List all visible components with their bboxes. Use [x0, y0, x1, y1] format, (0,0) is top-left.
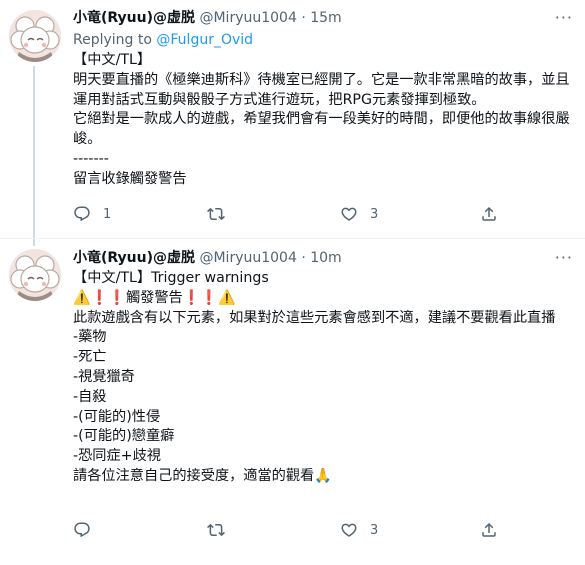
retweet-icon: [207, 207, 225, 221]
tweet-actions: 1 3: [73, 205, 503, 227]
separator-dot: ·: [301, 10, 306, 26]
reply-count: 1: [103, 206, 112, 222]
thread-line: [33, 66, 35, 246]
heart-icon: [341, 523, 357, 537]
timestamp[interactable]: 10m: [310, 250, 341, 266]
display-name[interactable]: 小竜(Ryuu)@虚脱: [73, 10, 195, 26]
tweet-text: 【中文/TL】Trigger warnings ⚠️❗❗觸發警告❗❗⚠️ 此款遊…: [73, 270, 556, 484]
display-name[interactable]: 小竜(Ryuu)@虚脱: [73, 250, 195, 266]
reply-icon: [74, 206, 90, 222]
share-icon: [482, 522, 496, 537]
tweet-2[interactable]: 小竜(Ryuu)@虚脱 @Miryuu1004 · 10m ··· 【中文/TL…: [0, 239, 585, 565]
replying-to-label: Replying to: [73, 32, 157, 48]
avatar[interactable]: [9, 249, 61, 301]
retweet-icon: [207, 523, 225, 537]
separator-dot: ·: [301, 250, 306, 266]
retweet-button[interactable]: [207, 205, 237, 223]
share-icon: [482, 206, 496, 221]
tweet-actions: 3: [73, 521, 503, 543]
avatar[interactable]: [9, 10, 61, 62]
sheep-avatar-icon: [9, 249, 61, 301]
sheep-avatar-icon: [9, 10, 61, 62]
like-button[interactable]: 3: [340, 205, 378, 223]
more-options-icon[interactable]: ···: [555, 248, 573, 267]
tweet-header: 小竜(Ryuu)@虚脱 @Miryuu1004 · 15m: [73, 9, 342, 27]
share-button[interactable]: [480, 205, 498, 223]
tweet-header: 小竜(Ryuu)@虚脱 @Miryuu1004 · 10m: [73, 249, 342, 267]
like-count: 3: [370, 206, 379, 222]
replying-to-mention[interactable]: @Fulgur_Ovid: [156, 32, 253, 48]
reply-button[interactable]: 1: [73, 205, 111, 223]
share-button[interactable]: [480, 521, 498, 539]
timestamp[interactable]: 15m: [310, 10, 341, 26]
more-options-icon[interactable]: ···: [555, 8, 573, 27]
tweet-text: 【中文/TL】 明天要直播的《極樂迪斯科》待機室已經開了。它是一款非常黑暗的故事…: [73, 52, 570, 187]
user-handle[interactable]: @Miryuu1004: [199, 10, 296, 26]
heart-icon: [341, 207, 357, 221]
tweet-1[interactable]: 小竜(Ryuu)@虚脱 @Miryuu1004 · 15m ··· Replyi…: [0, 0, 585, 246]
user-handle[interactable]: @Miryuu1004: [199, 250, 296, 266]
retweet-button[interactable]: [207, 521, 237, 539]
reply-icon: [74, 522, 90, 538]
like-count: 3: [370, 522, 379, 538]
replying-to: Replying to @Fulgur_Ovid: [73, 31, 253, 49]
reply-button[interactable]: [73, 521, 103, 539]
like-button[interactable]: 3: [340, 521, 378, 539]
